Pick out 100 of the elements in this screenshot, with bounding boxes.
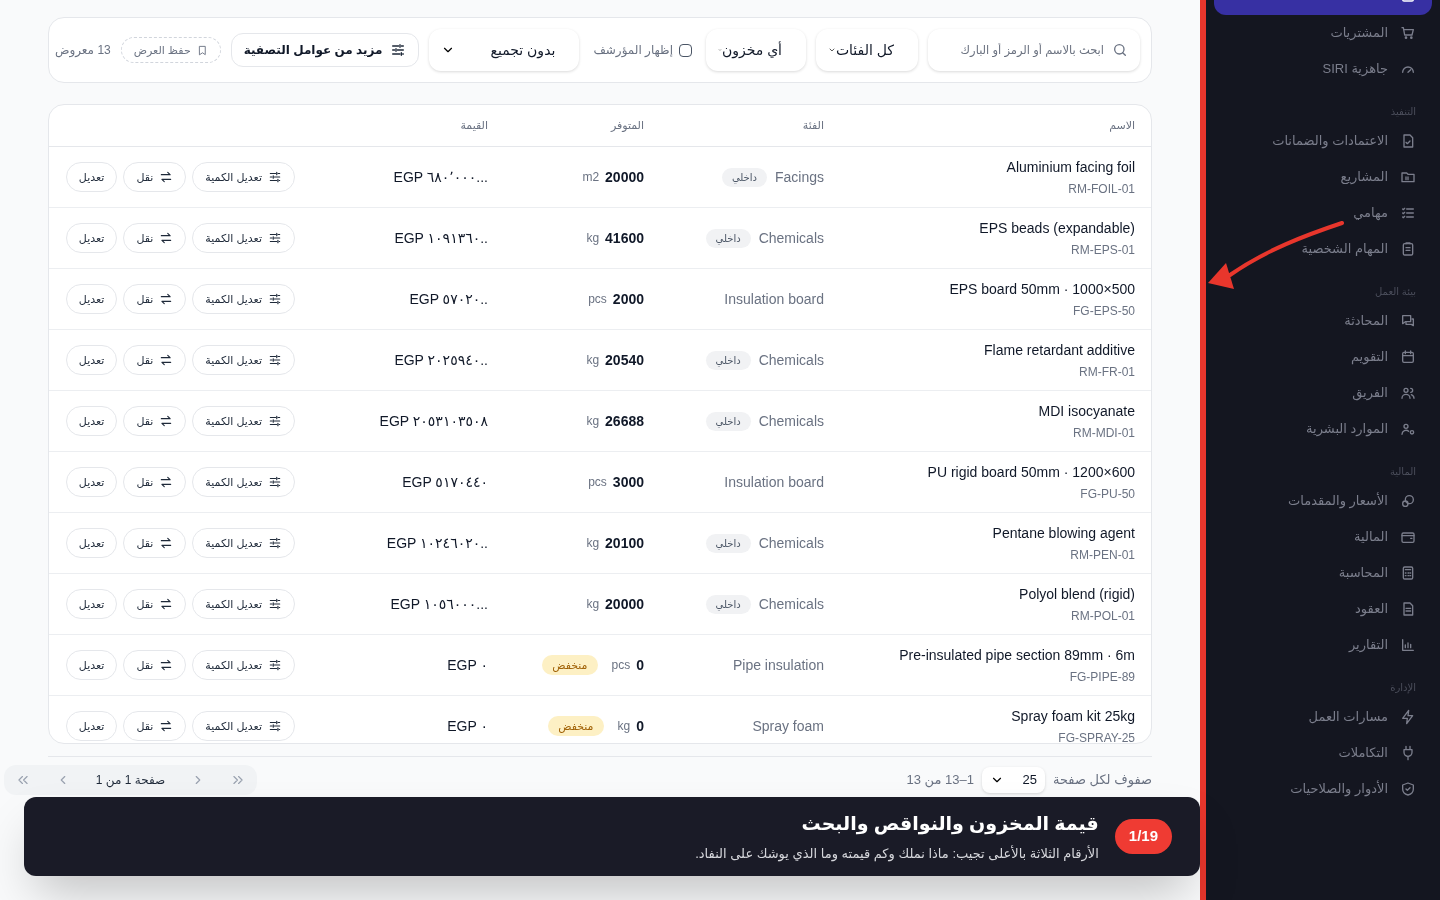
item-unit: kg (617, 718, 631, 735)
coins-icon (1400, 493, 1416, 509)
page-indicator: صفحة 1 من 1 (95, 772, 166, 789)
stock-select[interactable]: أي مخزون (706, 29, 806, 71)
sliders-icon (268, 597, 282, 611)
sidebar-item[interactable]: جاهزية SIRI (1214, 51, 1432, 87)
sidebar-item[interactable]: الفريق (1214, 375, 1432, 411)
item-code: FG-PIPE-89 (1069, 668, 1135, 686)
folder-icon (1400, 169, 1416, 185)
tour-title: قيمة المخزون والنواقص والبحث (800, 811, 1099, 837)
category-select[interactable]: كل الفئات (816, 29, 918, 71)
item-category: Chemicals (758, 594, 824, 614)
sliders-icon (268, 658, 282, 672)
step-badge: 1/19 (1114, 819, 1172, 854)
search-field[interactable]: ابحث بالاسم أو الرمز أو البارك (928, 29, 1140, 71)
sidebar-item[interactable]: مسارات العمل (1214, 699, 1432, 735)
clipboard-icon (1400, 241, 1416, 257)
item-category: Insulation board (724, 289, 824, 309)
move-button[interactable]: نقل (123, 528, 187, 558)
chat-icon (1400, 313, 1416, 329)
adjust-quantity-button[interactable]: تعديل الكمية (192, 345, 295, 375)
adjust-quantity-button[interactable]: تعديل الكمية (192, 162, 295, 192)
sidebar-item[interactable]: المهام الشخصية (1214, 231, 1432, 267)
item-value: EGP ٠ (447, 718, 488, 734)
wallet-icon (1400, 529, 1416, 545)
edit-button[interactable]: تعديل (65, 467, 118, 497)
calculator-icon (1400, 565, 1416, 581)
sidebar-item[interactable]: المالية (1214, 519, 1432, 555)
move-button[interactable]: نقل (123, 284, 187, 314)
item-unit: kg (586, 596, 600, 613)
item-name: Flame retardant additive (984, 340, 1135, 360)
edit-button[interactable]: تعديل (65, 284, 118, 314)
item-code: FG-PU-50 (1080, 485, 1135, 503)
adjust-quantity-button[interactable]: تعديل الكمية (192, 284, 295, 314)
edit-button[interactable]: تعديل (65, 345, 118, 375)
category-tag: داخلي (705, 411, 751, 431)
edit-button[interactable]: تعديل (65, 162, 118, 192)
low-stock-tag: منخفض (548, 715, 604, 737)
sidebar-item[interactable]: الاعتمادات والضمانات (1214, 123, 1432, 159)
move-button[interactable]: نقل (123, 406, 187, 436)
checklist-icon (1400, 205, 1416, 221)
edit-button[interactable]: تعديل (65, 711, 118, 741)
sidebar-item[interactable]: التكاملات (1214, 735, 1432, 771)
category-tag: داخلي (705, 594, 751, 614)
sidebar-item[interactable]: التقارير (1214, 627, 1432, 663)
move-button[interactable]: نقل (123, 650, 187, 680)
sidebar-section-label: المالية (1388, 464, 1417, 479)
low-stock-tag: منخفض (542, 654, 598, 676)
edit-button[interactable]: تعديل (65, 589, 118, 619)
sliders-icon (268, 231, 282, 245)
tour-description: الأرقام الثلاثة بالأعلى تجيب: ماذا نملك وكم قيمته وما الذي يوشك على النفاد. (695, 844, 1099, 864)
item-quantity: 2000 (612, 289, 644, 309)
adjust-quantity-button[interactable]: تعديل الكمية (192, 406, 295, 436)
adjust-quantity-button[interactable]: تعديل الكمية (192, 650, 295, 680)
swap-icon (159, 475, 174, 489)
swap-icon (159, 597, 174, 611)
item-value: EGP ١٠٩١٣٦٠.. (394, 230, 488, 246)
grouping-select[interactable]: بدون تجميع (429, 29, 580, 71)
sidebar-item[interactable]: الأسعار والمقدمات (1214, 483, 1432, 519)
sliders-icon (268, 536, 282, 550)
adjust-quantity-button[interactable]: تعديل الكمية (192, 223, 295, 253)
last-page-icon (16, 773, 31, 787)
item-category: Chemicals (758, 228, 824, 248)
move-button[interactable]: نقل (123, 589, 187, 619)
edit-button[interactable]: تعديل (65, 406, 118, 436)
edit-button[interactable]: تعديل (65, 528, 118, 558)
move-button[interactable]: نقل (123, 711, 187, 741)
sidebar-item[interactable]: الأدوار والصلاحيات (1214, 771, 1432, 807)
calendar-icon (1400, 349, 1416, 365)
move-button[interactable]: نقل (123, 467, 187, 497)
swap-icon (159, 719, 174, 733)
sidebar-item[interactable]: الموارد البشرية (1214, 411, 1432, 447)
sidebar-item[interactable]: المحادثة (1214, 303, 1432, 339)
item-value: EGP ١٠٥٦٠٠٠... (390, 596, 488, 612)
item-quantity: 20540 (605, 350, 644, 370)
sidebar-item[interactable]: المشتريات (1214, 15, 1432, 51)
more-filters-button[interactable]: مزيد من عوامل التصفية (230, 33, 420, 67)
item-quantity: 3000 (612, 472, 644, 492)
sidebar-item[interactable]: التقويم (1214, 339, 1432, 375)
sidebar-item[interactable]: المحاسبة (1214, 555, 1432, 591)
sidebar-item[interactable]: مهامي (1214, 195, 1432, 231)
move-button[interactable]: نقل (123, 345, 187, 375)
item-category: Chemicals (758, 411, 824, 431)
move-button[interactable]: نقل (123, 162, 187, 192)
adjust-quantity-button[interactable]: تعديل الكمية (192, 711, 295, 741)
adjust-quantity-button[interactable]: تعديل الكمية (192, 589, 295, 619)
item-quantity: 0 (636, 655, 644, 675)
edit-button[interactable]: تعديل (65, 223, 118, 253)
edit-button[interactable]: تعديل (65, 650, 118, 680)
page-size-select[interactable]: 25 (982, 767, 1045, 793)
first-page-icon (231, 773, 245, 787)
adjust-quantity-button[interactable]: تعديل الكمية (192, 528, 295, 558)
archived-checkbox[interactable] (679, 43, 692, 57)
item-unit: pcs (588, 474, 607, 491)
sidebar-item[interactable]: العقود (1214, 591, 1432, 627)
item-quantity: 20100 (605, 533, 644, 553)
item-category: Pipe insulation (732, 655, 824, 675)
adjust-quantity-button[interactable]: تعديل الكمية (192, 467, 295, 497)
sidebar-item[interactable]: المشاريع (1214, 159, 1432, 195)
move-button[interactable]: نقل (123, 223, 187, 253)
